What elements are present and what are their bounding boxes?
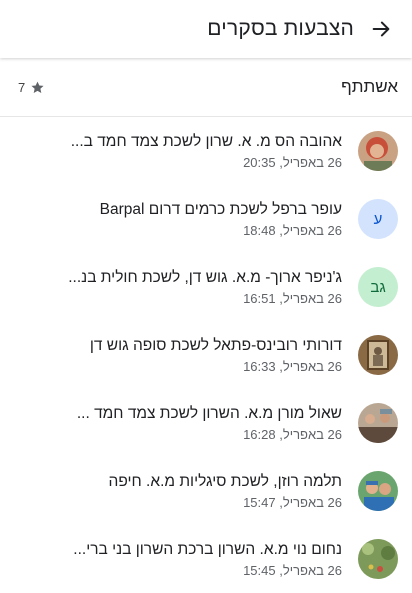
avatar-initials: ע [373,210,383,228]
list-item[interactable]: דורותי רובינס-פתאל לשכת סופה גוש דן 26 ב… [0,321,412,389]
arrow-forward-icon [372,21,390,37]
avatar [358,131,398,171]
avatar-photo [358,539,398,579]
vote-count-value: 7 [18,79,26,95]
vote-time: 26 באפריל, 16:28 [243,426,342,442]
list-item[interactable]: ע עופר ברפל לשכת כרמים דרום Barpal 26 בא… [0,185,412,253]
voter-name: עופר ברפל לשכת כרמים דרום Barpal [99,200,342,218]
avatar-photo [358,131,398,171]
option-label: אשתתף [341,77,398,96]
list-item[interactable]: שאול מורן מ.א. השרון לשכת צמד חמד ... 26… [0,389,412,457]
vote-time: 26 באפריל, 16:33 [243,358,342,374]
avatar-photo [358,403,398,443]
list-item[interactable]: גב ג'ניפר ארוך- מ.א. גוש דן, לשכת חולית … [0,253,412,321]
vote-time: 26 באפריל, 15:47 [243,494,342,510]
vote-count: 7 [18,80,45,95]
vote-time: 26 באפריל, 20:35 [243,154,342,170]
poll-votes-screen: הצבעות בסקרים אשתתף 7 אהובה הס מ. א. שרו… [0,0,412,590]
avatar: ע [358,199,398,239]
avatar-photo [358,335,398,375]
list-item[interactable]: תלמה רוזן, לשכת סיגליות מ.א. חיפה 26 באפ… [0,457,412,525]
voter-list: אהובה הס מ. א. שרון לשכת צמד חמד ב... 26… [0,117,412,593]
list-item[interactable]: אהובה הס מ. א. שרון לשכת צמד חמד ב... 26… [0,117,412,185]
avatar [358,403,398,443]
avatar: גב [358,267,398,307]
voter-name: אהובה הס מ. א. שרון לשכת צמד חמד ב... [70,132,342,150]
voter-name: שאול מורן מ.א. השרון לשכת צמד חמד ... [76,404,342,422]
vote-time: 26 באפריל, 16:51 [243,290,342,306]
voter-name: נחום נוי מ.א. השרון ברכת השרון בני ברי..… [73,540,342,558]
vote-time: 26 באפריל, 15:45 [243,562,342,578]
voter-name: תלמה רוזן, לשכת סיגליות מ.א. חיפה [108,472,342,490]
avatar-initials: גב [370,278,386,296]
avatar-photo [358,471,398,511]
back-button[interactable] [368,16,394,42]
option-summary: אשתתף 7 [0,58,412,117]
avatar [358,539,398,579]
avatar [358,471,398,511]
star-icon [31,81,44,93]
top-app-bar: הצבעות בסקרים [0,0,412,58]
avatar [358,335,398,375]
voter-name: דורותי רובינס-פתאל לשכת סופה גוש דן [89,336,342,354]
voter-name: ג'ניפר ארוך- מ.א. גוש דן, לשכת חולית בנ.… [68,268,342,286]
vote-time: 26 באפריל, 18:48 [243,222,342,238]
list-item[interactable]: נחום נוי מ.א. השרון ברכת השרון בני ברי..… [0,525,412,593]
page-title: הצבעות בסקרים [207,17,354,40]
